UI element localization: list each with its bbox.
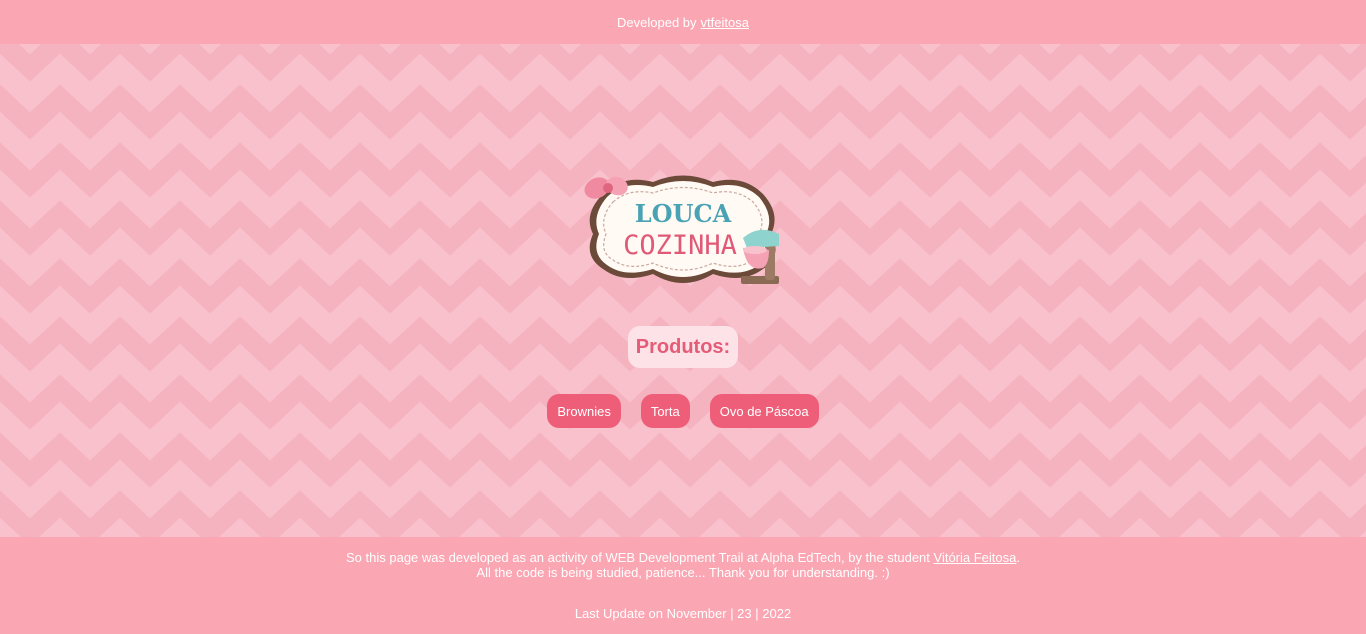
chevron-stripe	[0, 490, 1366, 537]
product-buttons: Brownies Torta Ovo de Páscoa	[0, 394, 1366, 428]
student-link[interactable]: Vitória Feitosa	[934, 550, 1017, 565]
last-update: Last Update on November | 23 | 2022	[574, 606, 792, 621]
footer-note-period: .	[1016, 550, 1020, 565]
top-bar: Developed by vtfeitosa	[0, 0, 1366, 44]
footer: So this page was developed as an activit…	[0, 537, 1366, 634]
ovo-de-pascoa-button[interactable]: Ovo de Páscoa	[709, 394, 819, 428]
torta-button[interactable]: Torta	[640, 394, 690, 428]
louca-cozinha-logo: LOUCA COZINHA	[584, 175, 779, 284]
developer-link[interactable]: vtfeitosa	[701, 15, 749, 30]
logo-text-cozinha: COZINHA	[623, 230, 737, 261]
footer-note-line2: All the code is being studied, patience.…	[476, 565, 890, 580]
footer-note-text: So this page was developed as an activit…	[346, 550, 934, 565]
chevron-stripe	[0, 432, 1366, 488]
chevron-background	[0, 44, 1366, 537]
chevron-stripe	[0, 44, 1366, 82]
brownies-button[interactable]: Brownies	[547, 394, 621, 428]
footer-note: So this page was developed as an activit…	[0, 550, 1366, 580]
logo-text-louca: LOUCA	[635, 199, 732, 228]
developed-by-label: Developed by	[617, 14, 697, 30]
main-content: LOUCA COZINHA Produtos: Brownies Torta O…	[0, 44, 1366, 537]
produtos-heading: Produtos:	[628, 326, 738, 368]
chevron-stripe	[0, 84, 1366, 140]
